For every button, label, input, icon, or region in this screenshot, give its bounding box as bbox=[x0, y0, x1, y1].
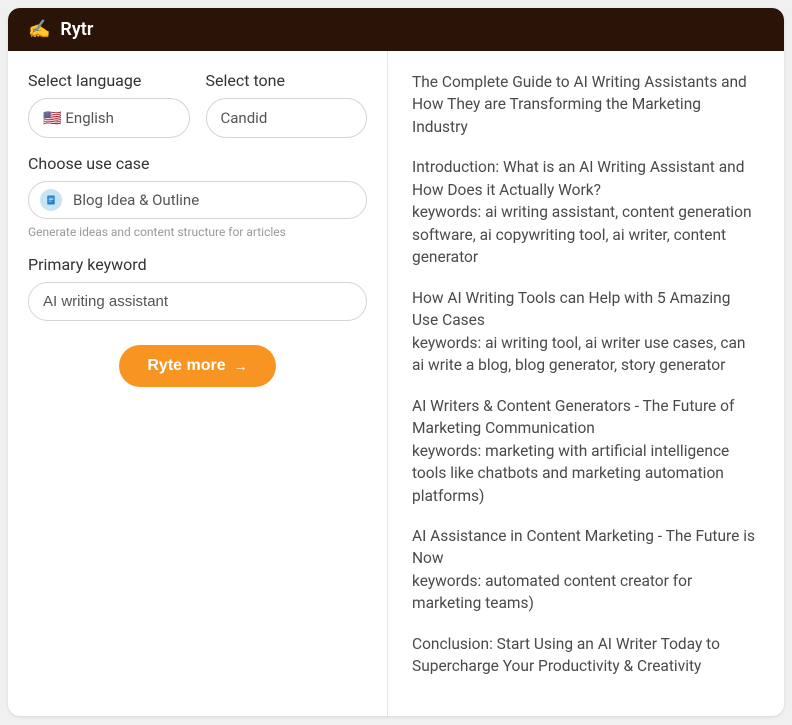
section-heading: Introduction: What is an AI Writing Assi… bbox=[412, 156, 760, 201]
arrow-right-icon: → bbox=[234, 358, 248, 374]
section-heading: AI Writers & Content Generators - The Fu… bbox=[412, 395, 760, 440]
output-section: How AI Writing Tools can Help with 5 Ama… bbox=[412, 287, 760, 377]
section-keywords: keywords: automated content creator for … bbox=[412, 570, 760, 615]
main-content: Select language 🇺🇸 English Select tone C… bbox=[8, 51, 784, 716]
use-case-helper: Generate ideas and content structure for… bbox=[28, 225, 367, 239]
output-section: AI Writers & Content Generators - The Fu… bbox=[412, 395, 760, 507]
use-case-select[interactable]: Blog Idea & Outline bbox=[28, 181, 367, 219]
app-title: Rytr bbox=[60, 19, 93, 40]
tone-group: Select tone Candid bbox=[206, 71, 368, 138]
use-case-label: Choose use case bbox=[28, 154, 367, 173]
output-panel: The Complete Guide to AI Writing Assista… bbox=[388, 51, 784, 716]
language-select[interactable]: 🇺🇸 English bbox=[28, 98, 190, 138]
output-title: The Complete Guide to AI Writing Assista… bbox=[412, 71, 760, 138]
section-keywords: keywords: ai writing tool, ai writer use… bbox=[412, 332, 760, 377]
section-heading: How AI Writing Tools can Help with 5 Ama… bbox=[412, 287, 760, 332]
output-section: Conclusion: Start Using an AI Writer Tod… bbox=[412, 633, 760, 678]
section-keywords: keywords: marketing with artificial inte… bbox=[412, 440, 760, 507]
output-section: AI Assistance in Content Marketing - The… bbox=[412, 525, 760, 615]
form-panel: Select language 🇺🇸 English Select tone C… bbox=[8, 51, 388, 716]
logo-icon: ✍️ bbox=[28, 19, 50, 40]
use-case-wrapper: Blog Idea & Outline bbox=[28, 181, 367, 219]
section-keywords: keywords: ai writing assistant, content … bbox=[412, 201, 760, 268]
document-icon bbox=[40, 189, 62, 211]
keyword-label: Primary keyword bbox=[28, 255, 367, 274]
form-row-top: Select language 🇺🇸 English Select tone C… bbox=[28, 71, 367, 138]
language-label: Select language bbox=[28, 71, 190, 90]
app-container: ✍️ Rytr Select language 🇺🇸 English Selec… bbox=[8, 8, 784, 716]
cta-label: Ryte more bbox=[147, 357, 225, 375]
header: ✍️ Rytr bbox=[8, 8, 784, 51]
section-heading: AI Assistance in Content Marketing - The… bbox=[412, 525, 760, 570]
use-case-group: Choose use case Blog Idea & Outline Gene… bbox=[28, 154, 367, 239]
output-section: Introduction: What is an AI Writing Assi… bbox=[412, 156, 760, 268]
section-heading: Conclusion: Start Using an AI Writer Tod… bbox=[412, 633, 760, 678]
tone-label: Select tone bbox=[206, 71, 368, 90]
tone-select[interactable]: Candid bbox=[206, 98, 368, 138]
language-group: Select language 🇺🇸 English bbox=[28, 71, 190, 138]
ryte-more-button[interactable]: Ryte more → bbox=[119, 345, 275, 387]
keyword-group: Primary keyword bbox=[28, 255, 367, 321]
keyword-input[interactable] bbox=[28, 282, 367, 321]
